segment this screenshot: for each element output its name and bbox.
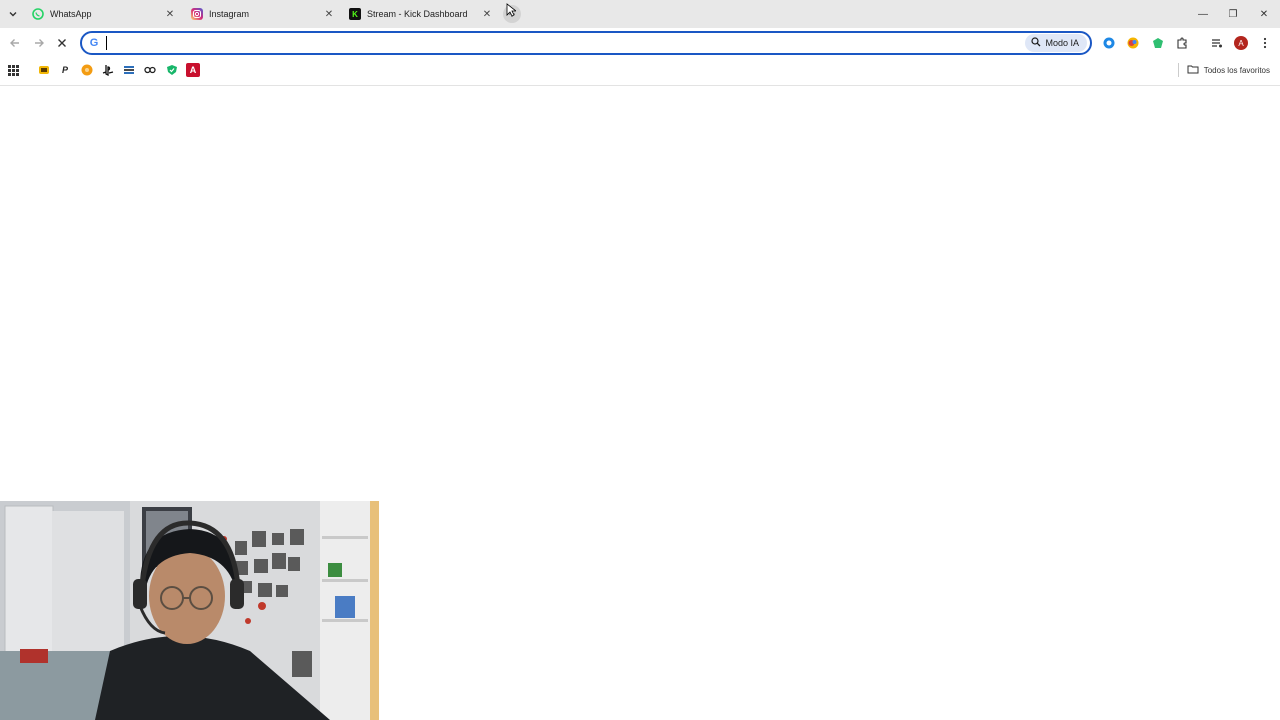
more-menu-icon[interactable] bbox=[1257, 35, 1273, 51]
stop-loading-icon[interactable] bbox=[54, 35, 70, 51]
tab-search-chevron-icon[interactable] bbox=[4, 5, 22, 23]
tab-title: WhatsApp bbox=[50, 9, 92, 19]
kick-icon: K bbox=[349, 8, 361, 20]
all-bookmarks-folder[interactable]: Todos los favoritos bbox=[1187, 63, 1270, 77]
bookmarks-divider bbox=[1178, 63, 1179, 77]
restore-icon[interactable]: ❐ bbox=[1218, 0, 1248, 28]
modo-ia-button[interactable]: Modo IA bbox=[1025, 34, 1087, 52]
tab-kick-dashboard[interactable]: K Stream - Kick Dashboard ✕ bbox=[349, 0, 493, 28]
bookmark-yellow-icon[interactable] bbox=[37, 63, 51, 77]
whatsapp-icon bbox=[32, 8, 44, 20]
red-a-icon[interactable]: A bbox=[186, 63, 200, 77]
all-bookmarks-label: Todos los favoritos bbox=[1203, 65, 1270, 75]
instagram-icon bbox=[191, 8, 203, 20]
paypal-icon[interactable]: P bbox=[58, 63, 72, 77]
address-bar[interactable]: G Modo IA bbox=[80, 31, 1092, 55]
orange-circle-icon[interactable] bbox=[80, 63, 94, 77]
close-tab-icon[interactable]: ✕ bbox=[323, 8, 335, 20]
google-icon: G bbox=[89, 37, 99, 49]
tab-title: Instagram bbox=[209, 9, 250, 19]
close-tab-icon[interactable]: ✕ bbox=[481, 8, 493, 20]
extension-colorful-icon[interactable] bbox=[1125, 35, 1141, 51]
omnibox-input[interactable] bbox=[104, 35, 1004, 51]
back-icon[interactable] bbox=[7, 35, 23, 51]
playstation-icon[interactable] bbox=[101, 63, 115, 77]
close-window-icon[interactable]: ✕ bbox=[1249, 0, 1279, 28]
webcam-overlay bbox=[0, 501, 379, 720]
infinity-icon[interactable] bbox=[143, 63, 157, 77]
webcam-feed-image bbox=[0, 501, 379, 720]
extensions-puzzle-icon[interactable] bbox=[1174, 35, 1190, 51]
extension-green-icon[interactable] bbox=[1150, 35, 1166, 51]
tab-strip: WhatsApp ✕ Instagram ✕ K Stream - Kick D… bbox=[0, 0, 1280, 28]
search-sparkle-icon bbox=[1031, 37, 1041, 49]
minimize-icon[interactable]: — bbox=[1188, 0, 1218, 28]
bookmark-stack-icon[interactable] bbox=[122, 63, 136, 77]
shield-green-icon[interactable] bbox=[165, 63, 179, 77]
profile-avatar[interactable]: A bbox=[1233, 35, 1249, 51]
media-queue-icon[interactable] bbox=[1209, 35, 1225, 51]
page-content-blank bbox=[0, 86, 1280, 501]
folder-icon bbox=[1187, 64, 1199, 76]
mouse-cursor-icon bbox=[506, 3, 516, 17]
apps-icon[interactable] bbox=[6, 63, 20, 77]
toolbar: G Modo IA A bbox=[0, 28, 1280, 58]
close-tab-icon[interactable]: ✕ bbox=[164, 8, 176, 20]
tab-title: Stream - Kick Dashboard bbox=[367, 9, 468, 19]
text-caret bbox=[106, 36, 107, 50]
forward-icon[interactable] bbox=[31, 35, 47, 51]
bookmarks-bar: P A Todos los favoritos bbox=[0, 58, 1280, 82]
extension-blue-icon[interactable] bbox=[1101, 35, 1117, 51]
browser-chrome: WhatsApp ✕ Instagram ✕ K Stream - Kick D… bbox=[0, 0, 1280, 86]
tab-whatsapp[interactable]: WhatsApp ✕ bbox=[32, 0, 176, 28]
tab-instagram[interactable]: Instagram ✕ bbox=[191, 0, 335, 28]
modo-ia-label: Modo IA bbox=[1045, 38, 1079, 48]
